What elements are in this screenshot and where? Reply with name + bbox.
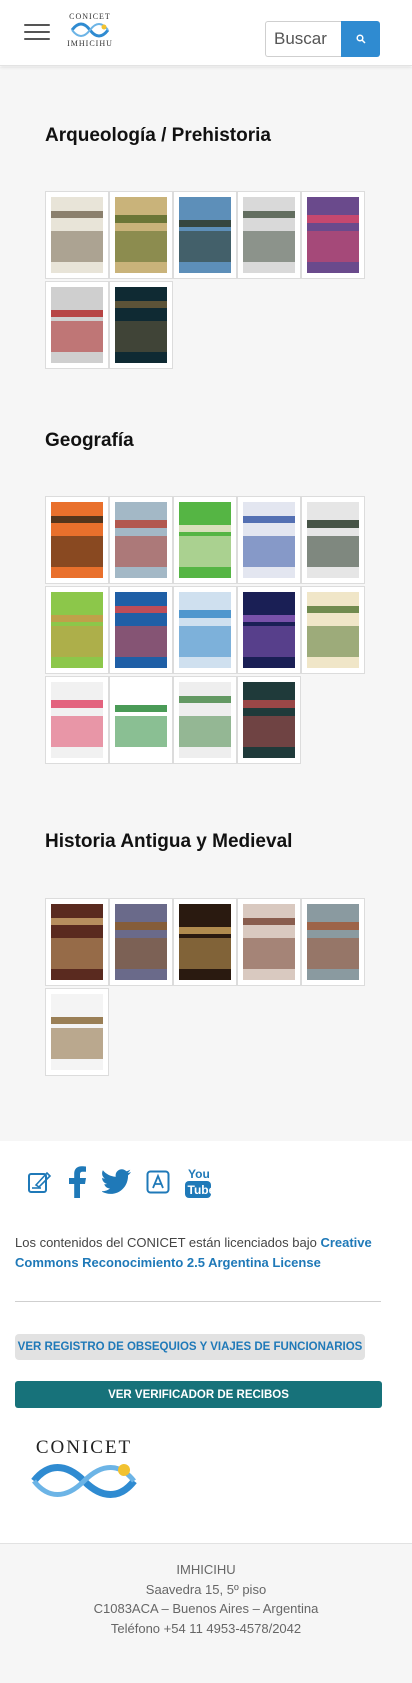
facebook-icon[interactable] [66,1166,88,1198]
book-cover[interactable] [237,676,301,764]
book-cover-image [179,197,231,273]
footer-divider [15,1301,381,1302]
footer-logo-wave-icon [31,1464,137,1498]
book-cover[interactable] [237,191,301,279]
book-cover[interactable] [45,586,109,674]
book-cover-image [307,197,359,273]
address-institute: IMHICIHU [176,1562,236,1577]
logo-wave-icon [70,22,110,38]
book-cover-image [179,904,231,980]
book-cover-image [179,592,231,668]
book-cover[interactable] [109,496,173,584]
book-cover-image [179,502,231,578]
book-cover[interactable] [173,586,237,674]
address-phone: Teléfono +54 11 4953-4578/2042 [110,1620,302,1636]
book-cover[interactable] [173,191,237,279]
twitter-icon[interactable] [102,1169,132,1195]
book-cover[interactable] [301,586,365,674]
book-cover-image [243,904,295,980]
book-cover[interactable] [301,496,365,584]
book-cover-image [51,994,103,1070]
section-title-arqueologia: Arqueología / Prehistoria [45,125,271,146]
book-cover[interactable] [237,898,301,986]
search-button[interactable] [341,21,380,57]
top-header: CONICET IMHICIHU [0,0,412,66]
book-cover-image [51,287,103,363]
book-cover[interactable] [45,496,109,584]
book-cover[interactable] [109,898,173,986]
conicet-logo[interactable]: CONICET IMHICIHU [66,12,114,54]
social-links: You Tube [26,1165,226,1199]
registro-obsequios-button[interactable]: VER REGISTRO DE OBSEQUIOS Y VIAJES DE FU… [15,1334,365,1360]
svg-text:You: You [188,1167,210,1181]
book-cover-image [243,502,295,578]
address-block: IMHICIHU Saavedra 15, 5º piso C1083ACA –… [0,1543,412,1683]
book-cover[interactable] [45,676,109,764]
book-cover-image [243,197,295,273]
book-cover-image [51,197,103,273]
book-cover[interactable] [301,898,365,986]
book-cover-image [115,197,167,273]
book-cover-image [51,502,103,578]
book-cover-image [307,904,359,980]
logo-bottom-text: IMHICIHU [67,39,113,48]
book-cover-image [307,502,359,578]
address-city: C1083ACA – Buenos Aires – Argentina [93,1601,319,1616]
book-cover-image [115,502,167,578]
main-content: Arqueología / Prehistoria Geografía Hist… [0,67,412,1141]
book-cover[interactable] [237,496,301,584]
book-cover[interactable] [109,586,173,674]
book-cover[interactable] [301,191,365,279]
book-cover[interactable] [109,191,173,279]
menu-icon[interactable] [24,24,50,42]
search-form [265,21,380,57]
book-cover[interactable] [45,898,109,986]
book-cover-image [115,904,167,980]
blog-icon[interactable] [26,1169,52,1195]
book-cover[interactable] [173,898,237,986]
book-cover-image [115,682,167,758]
app-store-icon[interactable] [146,1170,170,1194]
book-cover-image [115,287,167,363]
book-cover[interactable] [237,586,301,674]
section-title-historia: Historia Antigua y Medieval [45,831,293,852]
search-icon [355,34,366,44]
address-street: Saavedra 15, 5º piso [145,1581,267,1597]
book-cover-image [243,592,295,668]
book-grid-arqueologia [45,191,365,371]
section-title-geografia: Geografía [45,430,134,451]
svg-text:Tube: Tube [188,1183,213,1197]
verificador-recibos-button[interactable]: VER VERIFICADOR DE RECIBOS [15,1381,382,1408]
footer-logo-text: CONICET [35,1437,133,1458]
book-grid-geografia [45,496,365,766]
book-cover-image [307,592,359,668]
license-text: Los contenidos del CONICET están licenci… [15,1235,372,1270]
book-cover[interactable] [45,281,109,369]
book-cover[interactable] [173,676,237,764]
book-cover[interactable] [109,281,173,369]
book-cover[interactable] [109,676,173,764]
book-cover-image [51,592,103,668]
book-cover-image [179,682,231,758]
logo-top-text: CONICET [69,12,111,21]
youtube-icon[interactable]: You Tube [184,1165,212,1199]
book-cover[interactable] [45,191,109,279]
book-cover-image [243,682,295,758]
book-cover-image [115,592,167,668]
footer-conicet-logo[interactable]: CONICET [28,1437,140,1501]
book-cover-image [51,682,103,758]
book-grid-historia [45,898,365,1078]
book-cover[interactable] [45,988,109,1076]
search-input[interactable] [265,21,341,57]
book-cover[interactable] [173,496,237,584]
book-cover-image [51,904,103,980]
